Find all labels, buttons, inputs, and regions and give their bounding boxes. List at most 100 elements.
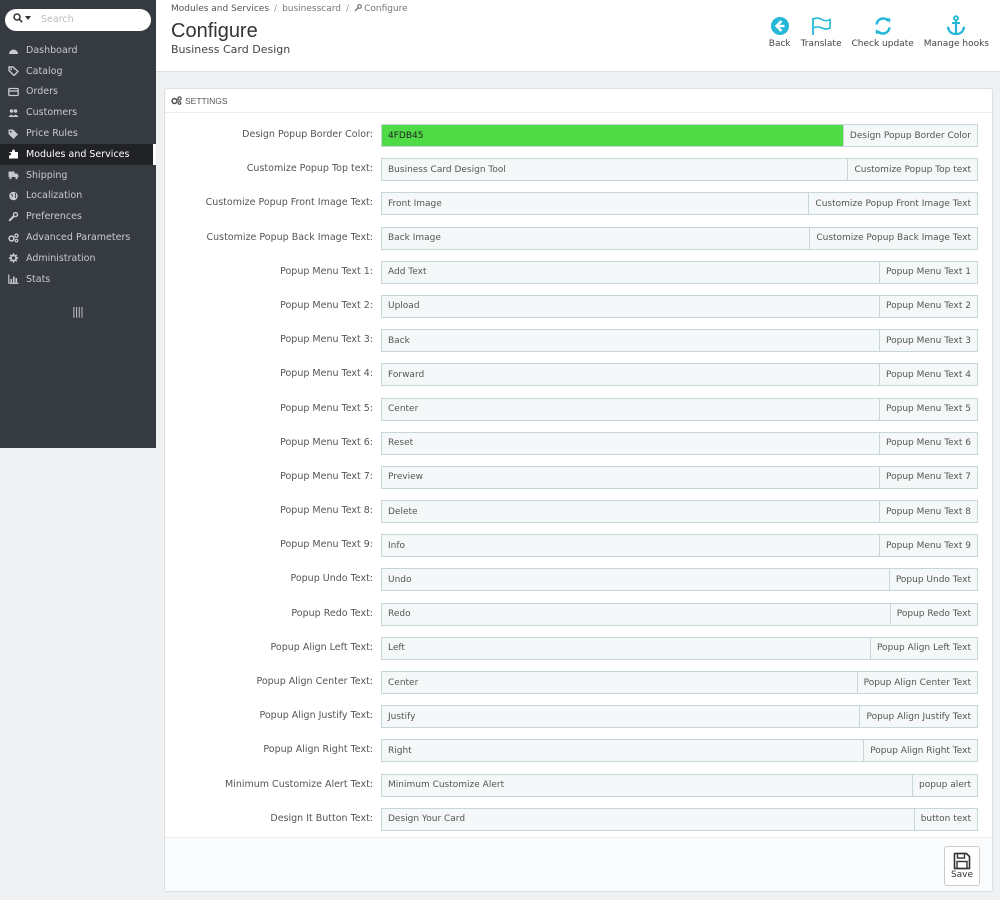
text-input[interactable]: Left [382,637,870,659]
breadcrumb-current: Configure [354,4,408,14]
text-input[interactable]: Back Image [382,227,810,249]
form-row: Customize Popup Front Image Text: Front I… [165,192,992,226]
field-label: Popup Menu Text 4: [280,368,373,380]
form-row: Design Popup Border Color: 4FDB45 Design P… [165,124,992,158]
input-group: Reset Popup Menu Text 6 [381,431,978,455]
customers-icon [7,107,19,119]
text-input[interactable]: Minimum Customize Alert [382,774,912,796]
search-input[interactable]: Search [41,14,74,25]
text-input[interactable]: Design Your Card [382,808,914,830]
save-button[interactable]: Save [944,846,980,886]
truck-icon [7,169,19,181]
input-addon: Popup Menu Text 5 [879,398,977,420]
text-input[interactable]: Add Text [382,261,880,283]
sidebar-item-shipping[interactable]: Shipping [0,165,156,186]
floppy-disk-icon [953,852,971,870]
form-row: Customize Popup Top text: Business Card D… [165,158,992,192]
field-label: Popup Align Justify Text: [259,710,373,722]
manage-hooks-button[interactable]: Manage hooks [919,13,994,49]
sidebar-item-price-rules[interactable]: Price Rules [0,123,156,144]
text-input[interactable]: Right [382,740,864,762]
search-dropdown[interactable] [13,13,31,23]
text-input[interactable]: Forward [382,364,880,386]
sidebar-item-orders[interactable]: Orders [0,82,156,103]
sidebar-nav: Dashboard Catalog Orders Customers Price Rul… [0,40,156,290]
wrench-icon [354,4,362,12]
input-group: Front Image Customize Popup Front Image T… [381,192,978,216]
input-group: Back Popup Menu Text 3 [381,329,978,353]
field-label: Popup Align Right Text: [263,744,373,756]
input-group: Back Image Customize Popup Back Image Tex… [381,226,978,250]
text-input[interactable]: Center [382,672,857,693]
arrow-circle-left-icon [770,13,790,39]
translate-label: Translate [800,39,842,49]
text-input[interactable]: Reset [382,432,880,454]
field-label: Popup Menu Text 5: [280,402,373,414]
text-input[interactable]: Back [382,330,880,352]
sidebar-item-customers[interactable]: Customers [0,102,156,123]
sidebar-item-label: Stats [26,273,51,285]
sidebar-item-label: Customers [26,107,78,119]
sidebar-item-administration[interactable]: Administration [0,248,156,269]
tags-icon [7,128,19,140]
breadcrumb-module[interactable]: businesscard [282,4,341,14]
form-row: Popup Align Center Text: Center Popup Alig… [165,671,992,705]
text-input[interactable]: Redo [382,603,890,625]
text-input[interactable]: Center [382,398,880,420]
sidebar-item-catalog[interactable]: Catalog [0,61,156,82]
text-input[interactable]: Upload [382,295,880,317]
input-group: Left Popup Align Left Text [381,636,978,660]
input-addon: Popup Menu Text 4 [879,364,977,386]
sidebar-item-preferences[interactable]: Preferences [0,206,156,227]
field-label: Popup Menu Text 9: [280,539,373,551]
input-group: Redo Popup Redo Text [381,602,978,626]
text-input[interactable]: Delete [382,501,880,523]
text-input[interactable]: Business Card Design Tool [382,159,848,181]
sidebar-item-label: Modules and Services [26,148,130,160]
text-input[interactable]: Front Image [382,193,809,215]
translate-button[interactable]: Translate [796,13,847,49]
breadcrumb-root[interactable]: Modules and Services [171,4,269,14]
input-addon: button text [913,808,977,830]
orders-icon [7,86,19,98]
text-input[interactable]: Justify [382,706,860,728]
form-row: Popup Redo Text: Redo Popup Redo Text [165,602,992,637]
color-input[interactable]: 4FDB45 [382,125,843,146]
sidebar-item-label: Catalog [26,65,63,77]
text-input[interactable]: Undo [382,569,889,591]
search-box[interactable]: Search [5,9,151,31]
sidebar-item-modules-and-services[interactable]: Modules and Services [0,143,156,165]
text-input[interactable]: Preview [382,466,880,488]
back-button[interactable]: Back [764,13,796,49]
input-addon: Customize Popup Back Image Text [809,227,977,249]
form-row: Popup Align Right Text: Right Popup Align … [165,739,992,773]
back-label: Back [768,39,791,49]
text-input[interactable]: Info [382,535,880,557]
sidebar-item-dashboard[interactable]: Dashboard [0,40,156,61]
breadcrumb: Modules and Services / businesscard / Config… [171,4,408,14]
field-label: Popup Menu Text 1: [280,265,373,277]
sidebar-item-stats[interactable]: Stats [0,269,156,290]
form-row: Popup Align Left Text: Left Popup Align Le… [165,636,992,671]
sidebar: Search Dashboard Catalog Orders Customers Pr… [0,0,156,448]
sidebar-item-label: Administration [26,252,96,264]
sidebar-item-label: Preferences [26,211,82,223]
input-group: Center Popup Menu Text 5 [381,397,978,421]
input-addon: Popup Menu Text 2 [879,295,977,317]
input-addon: Popup Menu Text 9 [879,535,977,557]
sidebar-item-localization[interactable]: Localization [0,186,156,207]
collapse-sidebar-icon[interactable]: |||| [72,305,84,318]
panel-heading: SETTINGS [165,89,992,113]
input-group: Business Card Design Tool Customize Popup… [381,158,978,182]
input-group: 4FDB45 Design Popup Border Color [381,124,978,147]
field-label: Design Popup Border Color: [242,129,373,140]
check-update-button[interactable]: Check update [847,13,919,49]
sidebar-item-label: Advanced Parameters [26,232,131,244]
input-addon: Design Popup Border Color [842,125,977,146]
toolbar: Back Translate Check update Manage hooks [764,13,994,49]
input-group: Preview Popup Menu Text 7 [381,465,978,489]
sidebar-item-advanced-parameters[interactable]: Advanced Parameters [0,227,156,248]
form-row: Minimum Customize Alert Text: Minimum Cus… [165,773,992,808]
check-update-label: Check update [851,39,914,49]
settings-panel: SETTINGS Design Popup Border Color: 4FDB4… [164,88,993,892]
